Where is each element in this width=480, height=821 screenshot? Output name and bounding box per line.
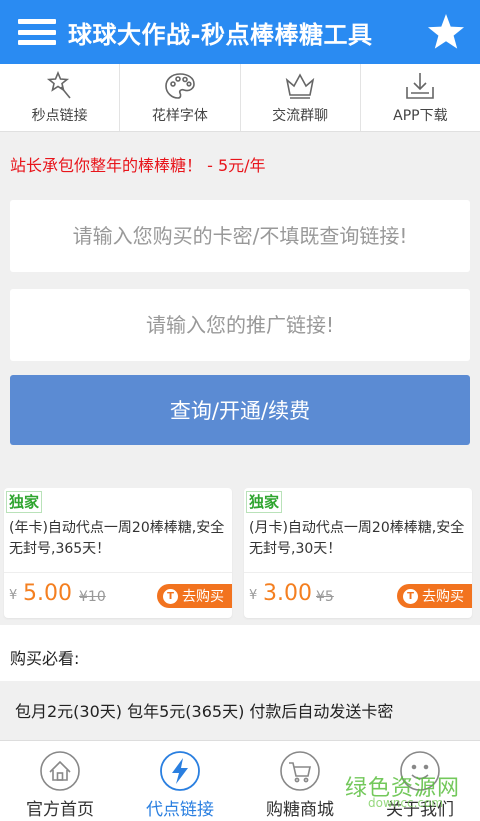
download-icon [406, 72, 435, 99]
bottomnav-item-home[interactable]: 官方首页 [0, 741, 120, 821]
exclusive-badge: 独家 [6, 491, 43, 513]
currency-symbol: ¥ [9, 588, 18, 603]
bottom-nav: 官方首页 代点链接 购糖商城 关于我们 [0, 740, 480, 821]
product-price: 3.00 [263, 581, 312, 606]
topnav-label: 交流群聊 [272, 107, 329, 124]
bottomnav-label: 购糖商城 [266, 800, 334, 820]
star-icon[interactable] [426, 12, 466, 52]
original-price: ¥10 [79, 589, 106, 605]
topnav-item-download[interactable]: APP下载 [361, 64, 480, 131]
promo-link-input[interactable] [10, 289, 470, 361]
page-title: 球球大作战-秒点棒棒糖工具 [68, 20, 373, 49]
bottomnav-item-shop[interactable]: 购糖商城 [240, 741, 360, 821]
product-description: (月卡)自动代点一周20棒棒糖,安全无封号,30天！ [249, 520, 465, 557]
bottomnav-label: 官方首页 [26, 800, 94, 820]
card-code-input[interactable] [10, 200, 470, 272]
magic-wand-icon [46, 70, 71, 99]
topnav-label: APP下载 [393, 107, 448, 124]
tag-icon: T [163, 588, 178, 604]
palette-icon [165, 72, 195, 99]
currency-symbol: ¥ [249, 588, 258, 603]
topnav-item-chat[interactable]: 交流群聊 [241, 64, 361, 131]
top-nav: 秒点链接 花样字体 交流群聊 APP下载 [0, 64, 480, 132]
product-card-year: 独家 (年卡)自动代点一周20棒棒糖,安全无封号,365天！ ¥ 5.00 ¥1… [4, 488, 232, 618]
pricing-info: 包月2元(30天) 包年5元(365天) 付款后自动发送卡密 [0, 681, 480, 739]
tag-icon: T [403, 588, 418, 604]
topnav-label: 花样字体 [151, 107, 208, 124]
bottomnav-label: 代点链接 [146, 800, 214, 820]
topnav-item-fonts[interactable]: 花样字体 [120, 64, 241, 131]
exclusive-badge: 独家 [246, 491, 283, 513]
bottomnav-label: 关于我们 [386, 800, 454, 820]
original-price: ¥5 [316, 589, 334, 605]
app-header: 球球大作战-秒点棒棒糖工具 [0, 0, 480, 64]
product-card-month: 独家 (月卡)自动代点一周20棒棒糖,安全无封号,30天！ ¥ 3.00 ¥5 … [244, 488, 472, 618]
cart-icon [280, 751, 320, 791]
promo-notice: 站长承包你整年的棒棒糖！ - 5元/年 [10, 156, 266, 175]
product-price: 5.00 [23, 581, 72, 606]
buy-label: 去购买 [182, 589, 224, 605]
buy-label: 去购买 [422, 589, 464, 605]
home-icon [40, 751, 80, 791]
buy-button[interactable]: T 去购买 [157, 584, 232, 608]
must-read-heading: 购买必看: [0, 625, 480, 681]
buy-button[interactable]: T 去购买 [397, 584, 472, 608]
product-description: (年卡)自动代点一周20棒棒糖,安全无封号,365天！ [9, 520, 225, 557]
bottomnav-item-about[interactable]: 关于我们 [360, 741, 480, 821]
crown-icon [285, 72, 315, 99]
menu-icon[interactable] [18, 19, 56, 45]
smiley-icon [400, 751, 440, 791]
card-footer: ¥ 5.00 ¥10 T 去购买 [4, 572, 232, 618]
lightning-icon [160, 751, 200, 791]
submit-button[interactable]: 查询/开通/续费 [10, 375, 470, 445]
bottomnav-item-links[interactable]: 代点链接 [120, 741, 240, 821]
topnav-label: 秒点链接 [31, 107, 88, 124]
topnav-item-links[interactable]: 秒点链接 [0, 64, 121, 131]
card-footer: ¥ 3.00 ¥5 T 去购买 [244, 572, 472, 618]
